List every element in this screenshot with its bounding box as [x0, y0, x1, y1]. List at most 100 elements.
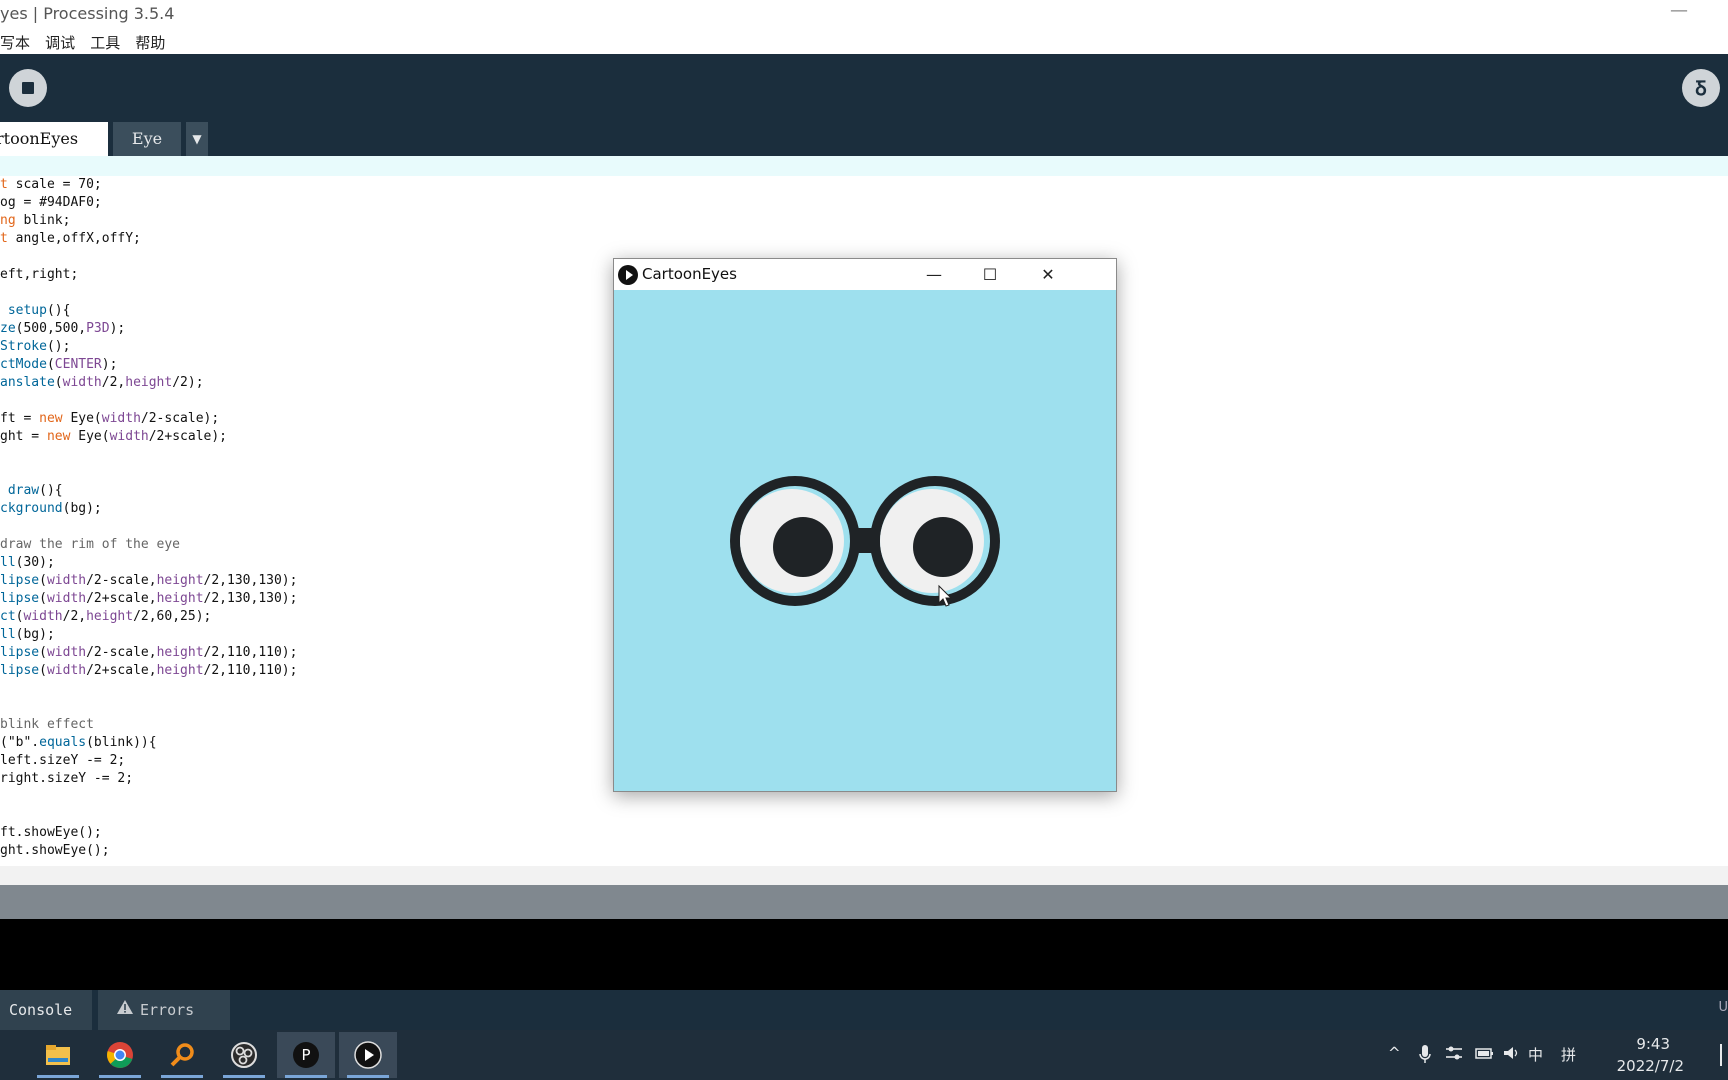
code-line[interactable]: setup(){ [0, 302, 297, 320]
code-line[interactable] [0, 518, 297, 536]
code-line[interactable]: ft.showEye(); [0, 824, 297, 842]
console-tab-bar: Console Errors U [0, 990, 1728, 1030]
code-line[interactable]: draw the rim of the eye [0, 536, 297, 554]
code-line[interactable]: left.sizeY -= 2; [0, 752, 297, 770]
taskbar-file-explorer[interactable] [29, 1032, 87, 1078]
code-line[interactable]: lipse(width/2+scale,height/2,130,130); [0, 590, 297, 608]
sketch-canvas[interactable] [614, 290, 1116, 791]
battery-icon[interactable] [1474, 1044, 1494, 1062]
code-line[interactable]: ctMode(CENTER); [0, 356, 297, 374]
code-token: lipse [0, 663, 40, 678]
java-mode-button[interactable]: Ᵹ [1682, 69, 1720, 107]
left-pupil [773, 517, 833, 577]
tab-errors[interactable]: Errors [98, 990, 230, 1030]
current-line-highlight [0, 156, 1728, 176]
code-token: width [101, 411, 141, 426]
code-line[interactable] [0, 806, 297, 824]
code-token: setup [7, 303, 47, 318]
code-line[interactable] [0, 698, 297, 716]
minimize-button[interactable]: — [1670, 0, 1688, 21]
console-output[interactable] [0, 919, 1728, 990]
sketch-close-button[interactable]: ✕ [1020, 259, 1076, 290]
code-line[interactable] [0, 788, 297, 806]
code-token: ckground [0, 501, 63, 516]
code-token: og = #94DAF0; [0, 195, 102, 210]
code-line[interactable]: ght.showEye(); [0, 842, 297, 860]
taskbar-sketch-window[interactable] [339, 1032, 397, 1078]
code-token: ( [39, 663, 47, 678]
menu-debug[interactable]: 调试 [45, 32, 75, 53]
code-line[interactable]: ckground(bg); [0, 500, 297, 518]
menu-tools[interactable]: 工具 [90, 32, 120, 53]
code-token: ll [0, 555, 16, 570]
clock-date[interactable]: 2022/7/2 [1617, 1057, 1684, 1075]
code-line[interactable]: ng blink; [0, 212, 297, 230]
code-line[interactable]: lipse(width/2-scale,height/2,130,130); [0, 572, 297, 590]
taskbar-search-tool[interactable] [153, 1032, 211, 1078]
code-line[interactable]: anslate(width/2,height/2); [0, 374, 297, 392]
volume-icon[interactable] [1502, 1044, 1522, 1062]
code-line[interactable]: ll(30); [0, 554, 297, 572]
code-token: (30); [15, 555, 55, 570]
code-token: ); [109, 321, 126, 336]
menu-help[interactable]: 帮助 [135, 32, 165, 53]
sketch-minimize-button[interactable]: — [906, 259, 962, 290]
code-token: height [125, 375, 173, 390]
code-line[interactable]: ct(width/2,height/2,60,25); [0, 608, 297, 626]
code-line[interactable]: t angle,offX,offY; [0, 230, 297, 248]
sketch-title-bar[interactable]: CartoonEyes — ☐ ✕ [614, 259, 1116, 290]
code-token: P3D [86, 321, 110, 336]
code-line[interactable]: right.sizeY -= 2; [0, 770, 297, 788]
code-line[interactable]: ft = new Eye(width/2-scale); [0, 410, 297, 428]
code-token: width [46, 645, 87, 660]
tray-chevron-icon[interactable]: ^ [1388, 1044, 1401, 1062]
code-line[interactable]: ("b".equals(blink)){ [0, 734, 297, 752]
microphone-icon[interactable] [1418, 1044, 1432, 1064]
code-line[interactable] [0, 248, 297, 266]
code-line[interactable]: t scale = 70; [0, 176, 297, 194]
code-token: width [46, 573, 87, 588]
code-token: Eye( [62, 411, 102, 426]
taskbar-obs[interactable] [215, 1032, 273, 1078]
code-line[interactable]: lipse(width/2-scale,height/2,110,110); [0, 644, 297, 662]
code-line[interactable]: Stroke(); [0, 338, 297, 356]
code-line[interactable]: og = #94DAF0; [0, 194, 297, 212]
code-token: ght = [0, 429, 47, 444]
code-token: scale = 70; [7, 177, 102, 192]
code-line[interactable]: ll(bg); [0, 626, 297, 644]
code-line[interactable]: eft,right; [0, 266, 297, 284]
stop-button[interactable] [9, 69, 47, 107]
menu-sketch[interactable]: 写本 [0, 32, 30, 53]
tab-menu-arrow[interactable]: ▼ [186, 122, 208, 156]
code-line[interactable]: lipse(width/2+scale,height/2,110,110); [0, 662, 297, 680]
code-line[interactable]: draw(){ [0, 482, 297, 500]
code-token: ctMode [0, 357, 47, 372]
sketch-maximize-button[interactable]: ☐ [962, 259, 1018, 290]
sketch-window[interactable]: CartoonEyes — ☐ ✕ [613, 258, 1117, 792]
code-line[interactable] [0, 680, 297, 698]
show-desktop-button[interactable] [1718, 1044, 1726, 1066]
magnifier-icon [170, 1043, 194, 1067]
code-token: (blink)){ [86, 735, 157, 750]
taskbar-processing-ide[interactable]: P [277, 1032, 335, 1078]
obs-icon [231, 1042, 257, 1068]
tab-cartooneyes[interactable]: rtoonEyes [0, 122, 108, 156]
code-token: blink; [15, 213, 71, 228]
code-token: Eye( [70, 429, 110, 444]
code-line[interactable]: ze(500,500,P3D); [0, 320, 297, 338]
taskbar-chrome[interactable] [91, 1032, 149, 1078]
code-line[interactable] [0, 446, 297, 464]
tab-eye[interactable]: Eye [113, 122, 181, 156]
network-settings-icon[interactable] [1444, 1044, 1464, 1062]
code-line[interactable]: blink effect [0, 716, 297, 734]
clock-time[interactable]: 9:43 [1636, 1035, 1670, 1053]
ime-indicator[interactable]: 中 [1528, 1044, 1543, 1065]
code-line[interactable]: ght = new Eye(width/2+scale); [0, 428, 297, 446]
code-line[interactable] [0, 464, 297, 482]
ime-mode-icon[interactable]: 拼 [1561, 1044, 1576, 1065]
tab-console[interactable]: Console [0, 990, 92, 1030]
code-text[interactable]: t scale = 70; og = #94DAF0; ng blink; t ang… [0, 176, 297, 860]
code-line[interactable] [0, 392, 297, 410]
tab-label: Console [9, 1001, 73, 1019]
code-line[interactable] [0, 284, 297, 302]
